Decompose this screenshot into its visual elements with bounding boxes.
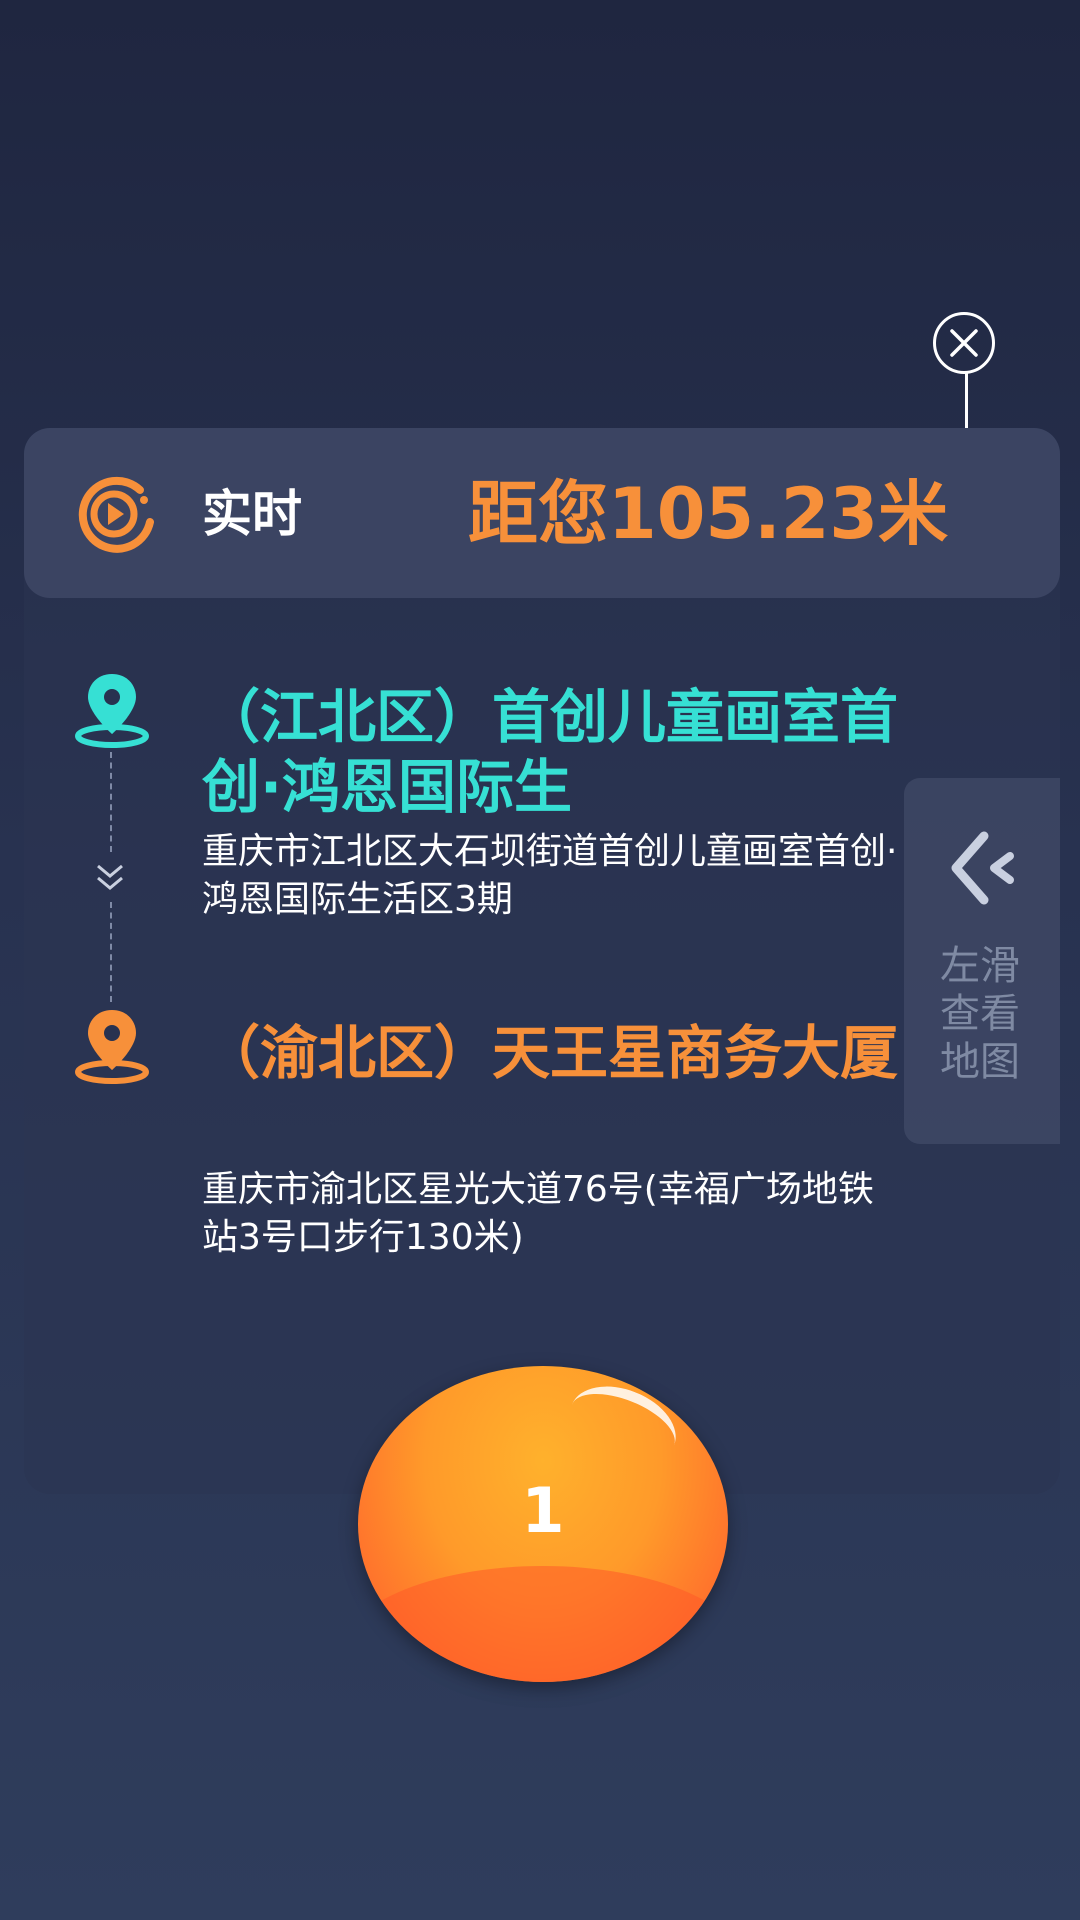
start-location-title: （江北区）首创儿童画室首创·鸿恩国际生: [202, 683, 899, 821]
ball-number: 1: [521, 1474, 565, 1547]
distance-text: 距您105.23米: [468, 473, 949, 555]
end-location-address: 重庆市渝北区星光大道76号(幸福广场地铁站3号口步行130米): [202, 1169, 874, 1258]
end-location-pin-icon: [75, 1010, 149, 1084]
start-location-address: 重庆市江北区大石坝街道首创儿童画室首创·鸿恩国际生活区3期: [202, 831, 898, 920]
route-dashed-line: [110, 902, 112, 1002]
count-ball-button[interactable]: 1: [358, 1366, 728, 1682]
double-chevron-down-icon: [97, 864, 123, 890]
close-connector-line: [965, 372, 968, 430]
swipe-hint-text: 左滑查看地图: [940, 943, 1020, 1085]
close-button[interactable]: [933, 312, 995, 374]
end-location-title: （渝北区）天王星商务大厦: [202, 1019, 899, 1087]
swipe-left-icon: [951, 831, 1014, 905]
live-play-icon: [78, 476, 154, 553]
ball-shade: [358, 1566, 728, 1682]
close-icon: [950, 329, 978, 357]
route-dashed-line: [110, 752, 112, 852]
live-label: 实时: [202, 485, 302, 543]
start-location-pin-icon: [75, 674, 149, 748]
